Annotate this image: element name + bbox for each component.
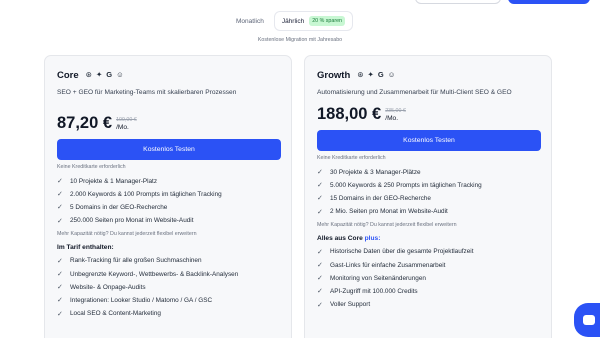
- price: 188,00 €: [317, 105, 382, 123]
- feature-item: ✓ 30 Projekte & 3 Manager-Plätze: [317, 168, 421, 177]
- openai-icon: ⊛: [85, 70, 92, 80]
- included-item: ✓ Voller Support: [317, 301, 371, 309]
- price-row: 188,00 € 235,00 € /Mo.: [317, 103, 539, 123]
- included-title: Im Tarif enthalten:: [57, 244, 114, 252]
- check-icon: ✓: [57, 257, 63, 265]
- check-icon: ✓: [317, 301, 323, 309]
- included-item: ✓ Local SEO & Content-Marketing: [57, 310, 161, 318]
- plan-description: Automatisierung und Zusammenarbeit für M…: [317, 89, 512, 96]
- feature-list: ✓ 10 Projekte & 1 Manager-Platz ✓ 2.000 Ke…: [57, 175, 279, 228]
- included-list: ✓ Rank-Tracking für alle großen Suchmasch…: [57, 254, 279, 320]
- included-item: ✓ API-Zugriff mit 100.000 Credits: [317, 287, 418, 296]
- check-icon: ✓: [57, 191, 63, 199]
- sparkle-icon: ✦: [95, 70, 103, 80]
- start-trial-button[interactable]: Kostenlos Testen: [57, 138, 281, 160]
- no-credit-card-note: Keine Kreditkarte erforderlich: [317, 154, 386, 161]
- save-badge: 20 % sparen: [309, 16, 345, 26]
- signup-button[interactable]: [508, 0, 590, 4]
- included-title: Alles aus Core plus:: [317, 235, 381, 243]
- included-item: ✓ Unbegrenzte Keyword-, Wettbewerbs- & Ba…: [57, 270, 239, 279]
- included-item: ✓ Rank-Tracking für alle großen Suchmasch…: [57, 257, 202, 265]
- price: 87,20 €: [57, 114, 113, 132]
- feature-item: ✓ 2 Mio. Seiten pro Monat im Website-Audi…: [317, 208, 448, 216]
- check-icon: ✓: [317, 182, 323, 190]
- robot-icon: ☺: [387, 70, 396, 80]
- yearly-option[interactable]: Jährlich 20 % sparen: [274, 12, 352, 30]
- old-price: 235,00 €: [385, 107, 406, 114]
- login-button[interactable]: [415, 0, 501, 4]
- check-icon: ✓: [317, 262, 323, 270]
- monthly-option[interactable]: Monatlich: [227, 13, 273, 30]
- plan-header: Core ⊛ ✦ G ☺: [57, 69, 279, 81]
- included-item: ✓ Integrationen: Looker Studio / Matomo /…: [57, 296, 213, 305]
- check-icon: ✓: [57, 204, 63, 212]
- plan-description: SEO + GEO für Marketing-Teams mit skalie…: [57, 89, 237, 96]
- old-price: 109,00 €: [116, 116, 137, 123]
- sparkle-icon: ✦: [367, 70, 374, 80]
- billing-toggle: Monatlich Jährlich 20 % sparen: [227, 11, 364, 31]
- included-item: ✓ Monitoring von Seitenänderungen: [317, 274, 426, 283]
- included-item: ✓ Historische Daten über die gesamte Proj…: [317, 248, 474, 256]
- openai-icon: ⊛: [357, 70, 364, 80]
- chat-launcher-button[interactable]: [574, 303, 600, 337]
- check-icon: ✓: [317, 208, 323, 216]
- check-icon: ✓: [317, 195, 323, 203]
- plan-header: Growth ⊛ ✦ G ☺: [317, 69, 539, 81]
- included-item: ✓ Gast-Links für einfache Zusammenarbeit: [317, 261, 446, 270]
- check-icon: ✓: [317, 248, 323, 256]
- feature-item: ✓ 250.000 Seiten pro Monat im Website-Aud…: [57, 217, 194, 225]
- plan-card-core: Core ⊛ ✦ G ☺ SEO + GEO für Marketing-Tea…: [44, 55, 292, 338]
- feature-item: ✓ 5.000 Keywords & 250 Prompts im täglich…: [317, 181, 482, 190]
- feature-item: ✓ 2.000 Keywords & 100 Prompts im täglich…: [57, 190, 222, 199]
- robot-icon: ☺: [116, 70, 124, 80]
- plan-name: Core: [57, 69, 79, 81]
- feature-list: ✓ 30 Projekte & 3 Manager-Plätze ✓ 5.000 K…: [317, 166, 539, 219]
- google-icon: G: [377, 70, 384, 80]
- no-credit-card-note: Keine Kreditkarte erforderlich: [57, 163, 126, 170]
- plan-card-growth: Growth ⊛ ✦ G ☺ Automatisierung und Zusam…: [304, 55, 552, 338]
- plan-name: Growth: [317, 69, 351, 81]
- more-capacity-note: Mehr Kapazität nötig? Du kannst jederzei…: [317, 222, 457, 229]
- google-icon: G: [106, 70, 113, 80]
- included-item: ✓ Website- & Onpage-Audits: [57, 283, 146, 292]
- check-icon: ✓: [57, 271, 63, 279]
- included-list: ✓ Historische Daten über die gesamte Proj…: [317, 245, 539, 311]
- migration-note: Kostenlose Migration mit Jahresabo: [257, 37, 343, 43]
- check-icon: ✓: [317, 169, 323, 177]
- feature-item: ✓ 5 Domains in der GEO-Recherche: [57, 203, 168, 212]
- price-period: /Mo.: [385, 114, 399, 122]
- feature-item: ✓ 10 Projekte & 1 Manager-Platz: [57, 177, 158, 186]
- start-trial-button[interactable]: Kostenlos Testen: [317, 129, 541, 151]
- check-icon: ✓: [317, 275, 323, 283]
- check-icon: ✓: [57, 178, 63, 186]
- check-icon: ✓: [57, 284, 63, 292]
- check-icon: ✓: [57, 297, 63, 305]
- check-icon: ✓: [317, 288, 323, 296]
- more-capacity-note: Mehr Kapazität nötig? Du kannst jederzei…: [57, 231, 197, 238]
- check-icon: ✓: [57, 310, 63, 318]
- chat-icon: [583, 315, 595, 325]
- price-row: 87,20 € 109,00 € /Mo.: [57, 112, 279, 132]
- yearly-label: Jährlich: [281, 17, 305, 25]
- feature-item: ✓ 15 Domains in der GEO-Recherche: [317, 194, 431, 203]
- check-icon: ✓: [57, 217, 63, 225]
- price-period: /Mo.: [116, 123, 129, 131]
